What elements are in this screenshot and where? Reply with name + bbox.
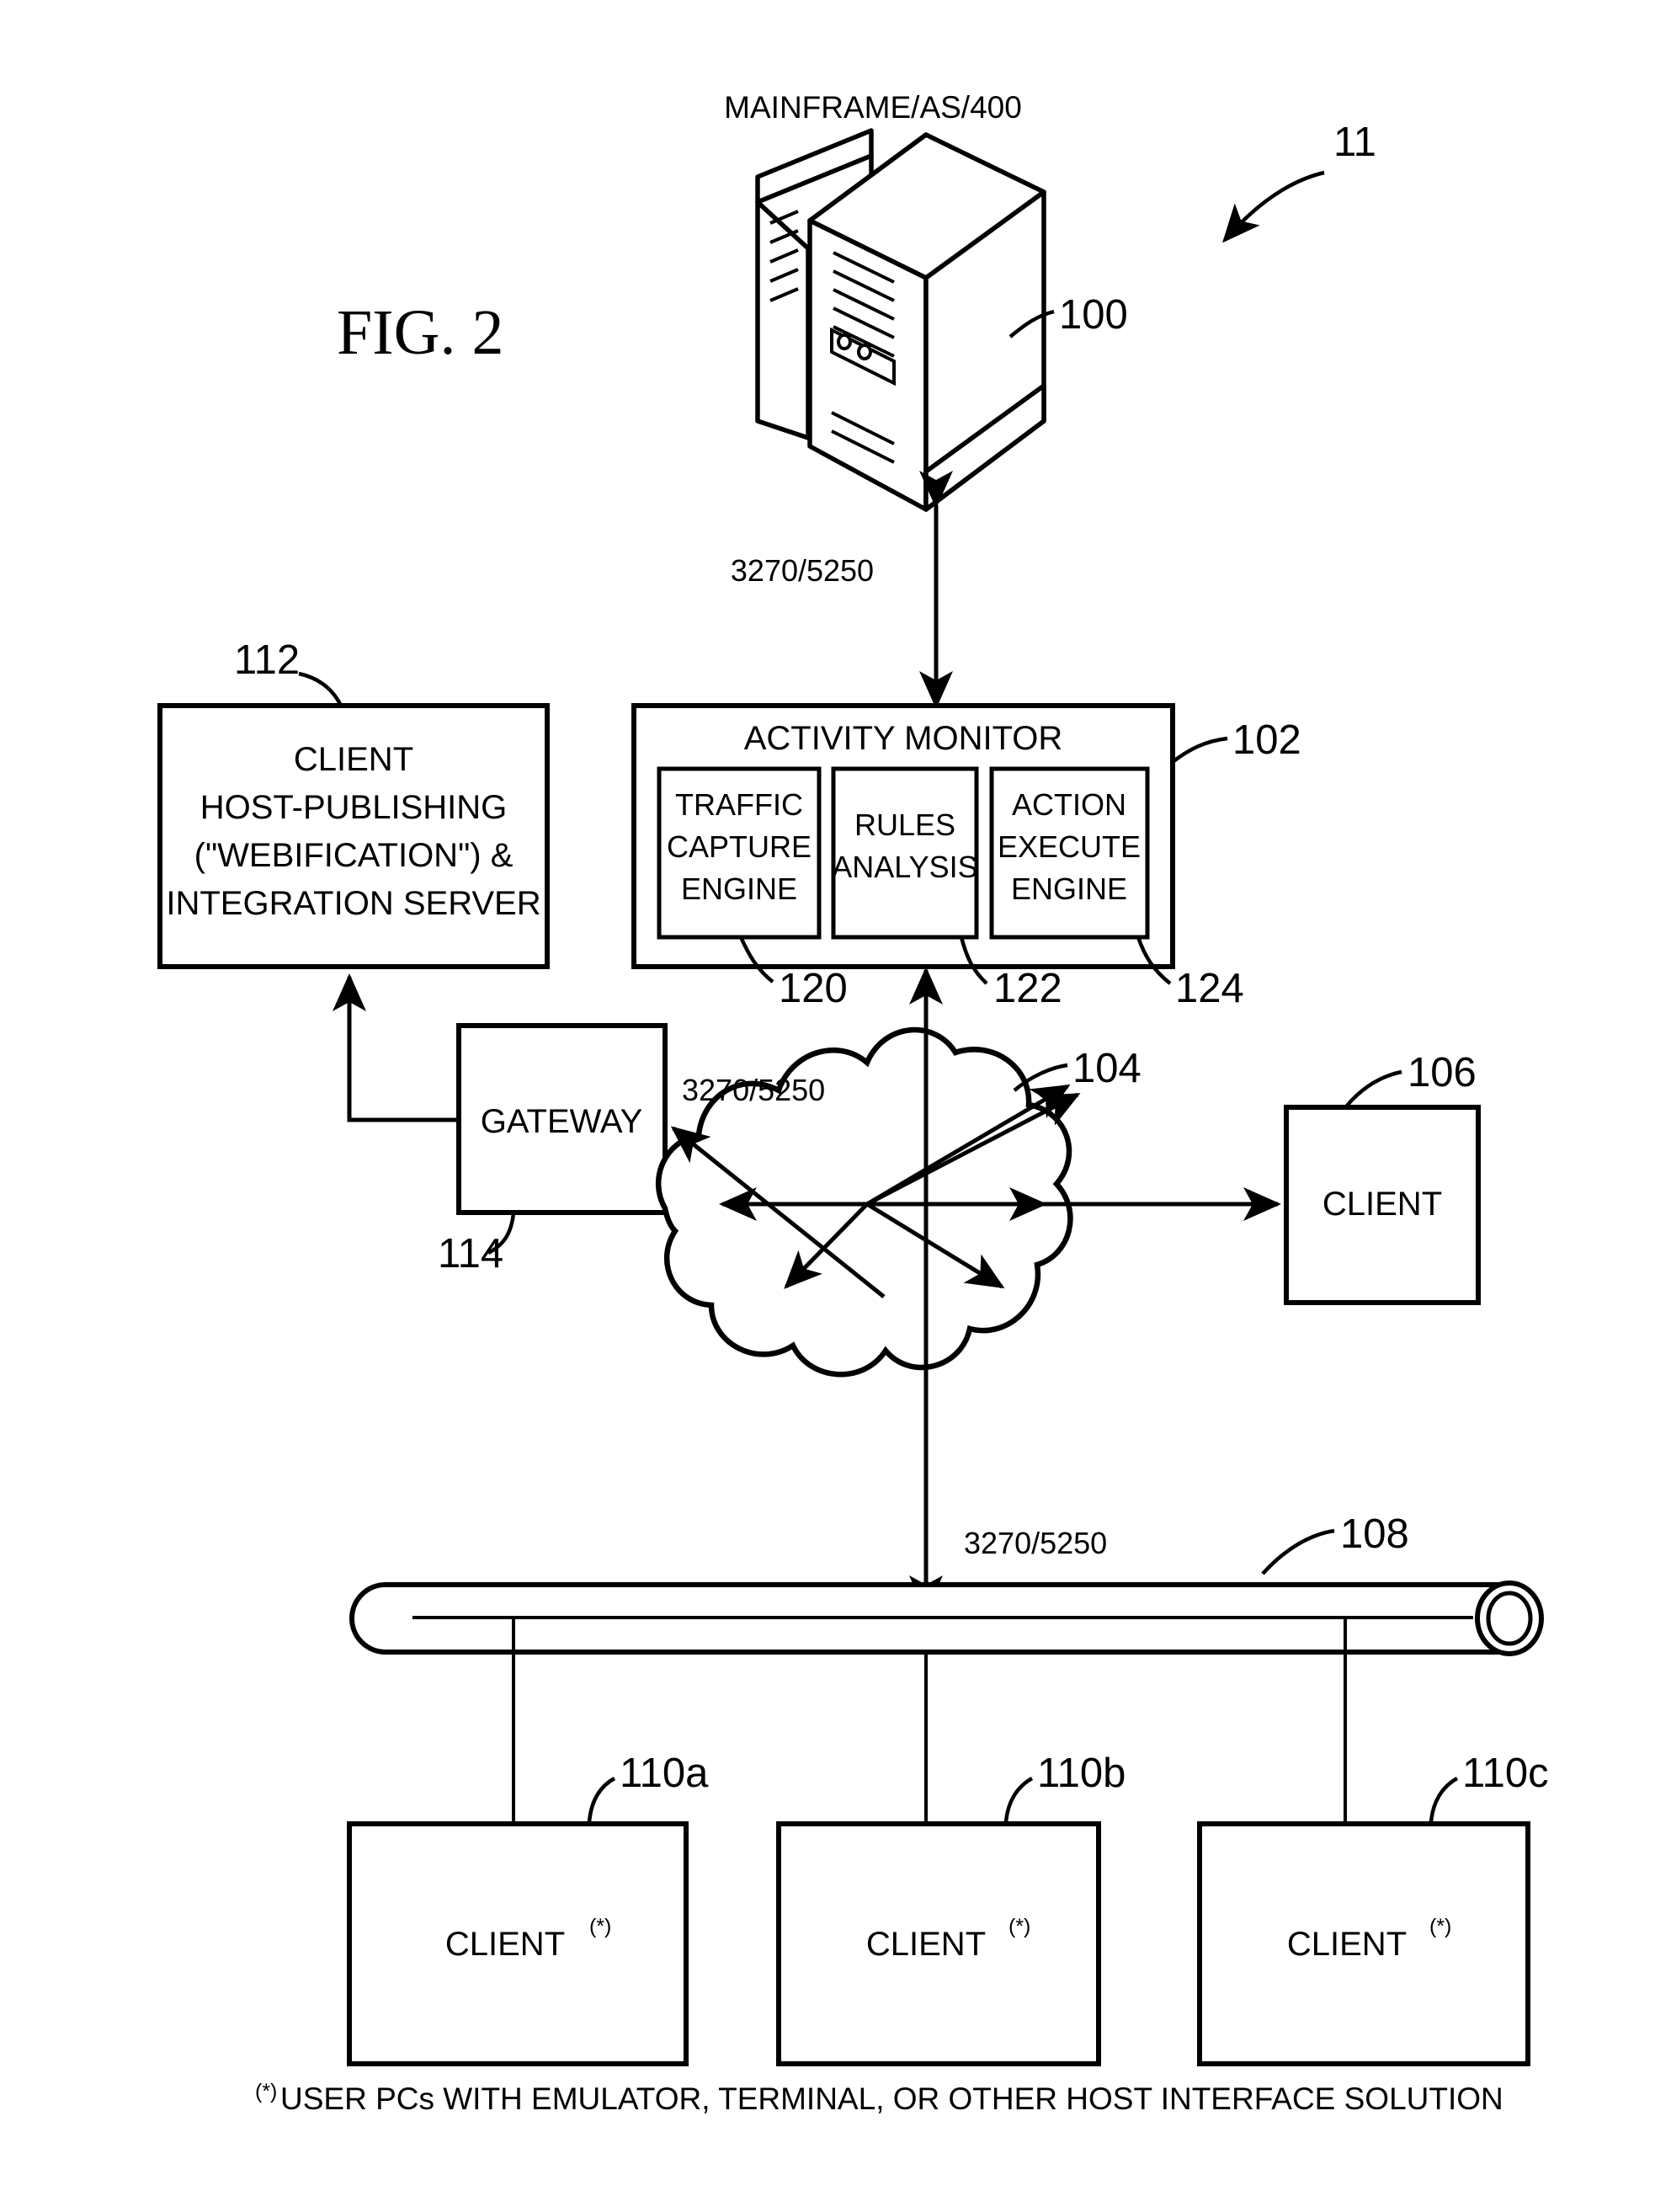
bus-client-b-ref-110b: 110b xyxy=(1003,1751,1126,1823)
link-mainframe-activity-monitor: 3270/5250 xyxy=(731,471,953,710)
bus-client-c-label: CLIENT xyxy=(1287,1926,1407,1963)
action-execute-engine-line-1: ACTION xyxy=(1012,787,1126,822)
mainframe-label: MAINFRAME/AS/400 xyxy=(724,90,1022,125)
figure-caption: FIG. 2 xyxy=(337,297,503,368)
rules-analysis-ref-label: 122 xyxy=(993,966,1062,1011)
client-direct-label: CLIENT xyxy=(1322,1186,1442,1223)
server-tower-icon xyxy=(755,128,1046,512)
gateway-ref-114: 114 xyxy=(438,1212,516,1277)
link-gateway-integration-server xyxy=(333,973,459,1122)
bus-ref-108: 108 xyxy=(1261,1511,1409,1575)
network-bus-cylinder-icon xyxy=(349,1580,1544,1656)
rules-analysis-line-1: RULES xyxy=(854,808,955,842)
rules-analysis-line-2: ANALYSIS xyxy=(832,850,977,884)
integration-server-line-1: CLIENT xyxy=(294,741,413,778)
bus-client-b-ref-label: 110b xyxy=(1037,1751,1126,1796)
system-ref-label: 11 xyxy=(1333,120,1376,165)
bus-client-b-label: CLIENT xyxy=(866,1926,986,1963)
action-execute-engine-line-2: EXECUTE xyxy=(998,829,1141,864)
integration-server-line-2: HOST-PUBLISHING xyxy=(200,789,508,826)
integration-server-line-3: ("WEBIFICATION") & xyxy=(194,837,514,874)
cloud-ref-104: 104 xyxy=(1013,1046,1141,1092)
system-ref-11: 11 xyxy=(1222,120,1376,243)
traffic-capture-engine-line-1: TRAFFIC xyxy=(675,787,803,822)
bus-client-a-ref-label: 110a xyxy=(620,1751,709,1796)
integration-server-line-4: INTEGRATION SERVER xyxy=(166,885,540,922)
cloud-ref-label: 104 xyxy=(1072,1046,1141,1091)
link-label-3270-bus: 3270/5250 xyxy=(964,1526,1107,1560)
traffic-capture-engine-ref-label: 120 xyxy=(779,966,848,1011)
bus-client-a-label: CLIENT xyxy=(445,1926,565,1963)
link-label-3270-gateway: 3270/5250 xyxy=(682,1073,825,1107)
traffic-capture-engine-line-2: CAPTURE xyxy=(667,829,812,864)
bus-client-c-ref-label: 110c xyxy=(1462,1751,1549,1796)
activity-monitor-title: ACTIVITY MONITOR xyxy=(744,720,1063,757)
mainframe-ref-label: 100 xyxy=(1059,292,1128,338)
integration-server-ref-label: 112 xyxy=(234,637,300,683)
link-label-3270-top: 3270/5250 xyxy=(731,553,874,588)
patent-figure-2: FIG. 2 11 MAINFRAME/AS/400 100 3270/5250… xyxy=(0,0,1671,2212)
action-execute-engine-line-3: ENGINE xyxy=(1011,871,1127,906)
bus-client-c-superscript: (*) xyxy=(1429,1915,1451,1938)
bus-client-a-superscript: (*) xyxy=(589,1915,611,1938)
bus-client-a-ref-110a: 110a xyxy=(587,1751,709,1823)
traffic-capture-engine-line-3: ENGINE xyxy=(681,871,797,906)
activity-monitor-ref-label: 102 xyxy=(1232,717,1301,763)
activity-monitor-ref-102: 102 xyxy=(1171,717,1301,764)
gateway-ref-label: 114 xyxy=(438,1231,503,1277)
figure-canvas: FIG. 2 11 MAINFRAME/AS/400 100 3270/5250… xyxy=(157,90,1549,2116)
gateway-label: GATEWAY xyxy=(481,1103,643,1140)
bus-client-b-superscript: (*) xyxy=(1008,1915,1030,1938)
bus-ref-label: 108 xyxy=(1340,1511,1409,1557)
client-direct-ref-label: 106 xyxy=(1408,1050,1477,1095)
bus-client-c-ref-110c: 110c xyxy=(1429,1751,1549,1823)
footnote-text: USER PCs WITH EMULATOR, TERMINAL, OR OTH… xyxy=(280,2081,1503,2116)
action-execute-engine-ref-label: 124 xyxy=(1175,966,1244,1011)
integration-server-ref-112: 112 xyxy=(234,637,343,707)
footnote-marker: (*) xyxy=(255,2080,277,2103)
client-direct-ref-106: 106 xyxy=(1345,1050,1477,1107)
